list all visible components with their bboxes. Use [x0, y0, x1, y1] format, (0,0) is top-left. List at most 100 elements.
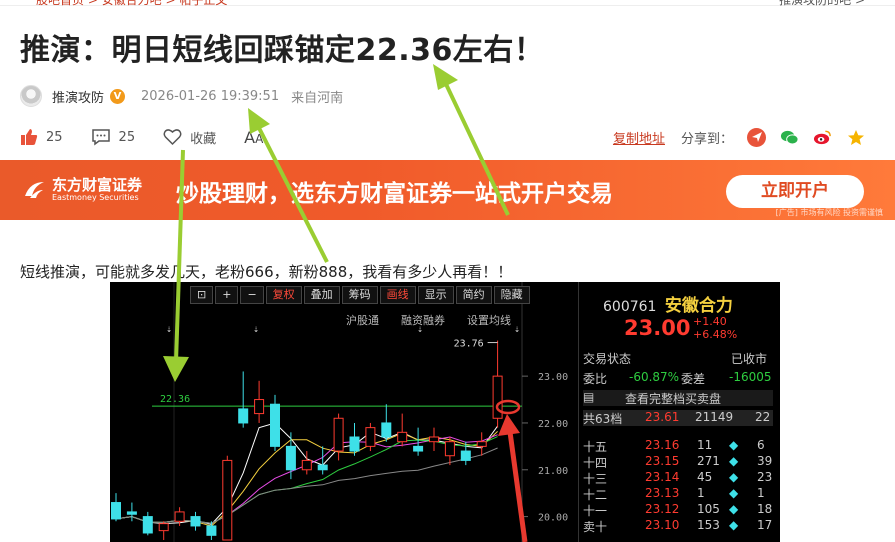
verified-badge-icon: V — [110, 88, 126, 104]
open-account-button[interactable]: 立即开户 — [726, 175, 864, 208]
y-tick-label: 21.00 — [538, 466, 568, 477]
ask-vol: 105 — [697, 502, 720, 516]
ask-flag-icon: ◆ — [729, 454, 739, 468]
chart-tool-overlay[interactable]: 叠加 — [303, 286, 340, 304]
candle-body — [270, 403, 280, 447]
ask-level: 十二 — [583, 488, 608, 502]
chart-ma-settings[interactable]: 设置均线 — [467, 312, 511, 328]
candle-body — [333, 417, 344, 452]
ask-level: 十四 — [583, 456, 608, 470]
like-button[interactable]: 25 — [20, 128, 63, 146]
candle-body — [413, 445, 424, 452]
share-guba-icon[interactable] — [747, 127, 766, 147]
candle-body — [444, 441, 455, 457]
breadcrumb[interactable]: 股吧首页 > 安徽合力吧 > 帖子正文 — [36, 0, 227, 8]
top-vol: 21149 — [695, 410, 734, 424]
share-bar: 复制地址 分享到： — [613, 125, 865, 149]
ask-vol: 11 — [697, 438, 713, 452]
post-location: 来自河南 — [291, 90, 344, 106]
share-weibo-icon[interactable] — [813, 127, 832, 147]
stock-chart-image: 23.00 22.00 21.00 20.00 22.36 23.76 ⇣ ⇣ ⇣ ⇣ ⊡ + −… — [110, 282, 780, 542]
logo-en: Eastmoney Securities — [52, 193, 139, 202]
candle-body — [476, 441, 487, 447]
thumbs-up-icon — [21, 129, 38, 145]
chart-hsgt[interactable]: 沪股通 — [346, 312, 379, 328]
ask-vol: 1 — [697, 486, 705, 500]
candle-body — [381, 422, 392, 438]
chart-lock-icon[interactable]: ⊡ — [190, 286, 214, 304]
chart-tool-hide[interactable]: 隐藏 — [493, 286, 530, 304]
y-tick-label: 23.00 — [538, 372, 568, 383]
chart-tool-display[interactable]: 显示 — [417, 286, 454, 304]
ask-flag-icon: ◆ — [729, 486, 739, 500]
author-name[interactable]: 推演攻防 — [52, 87, 104, 106]
moving-average-line — [115, 434, 498, 524]
weibi-value: -60.87% — [629, 370, 680, 384]
weicha-label: 委差 — [681, 372, 706, 386]
share-wechat-icon[interactable] — [780, 127, 799, 147]
chart-tool-draw[interactable]: 画线 — [379, 286, 416, 304]
ask-flag-icon: ◆ — [729, 502, 739, 516]
chart-zoom-in-button[interactable]: + — [215, 286, 239, 304]
quote-panel: 600761 安徽合力 23.00 +1.40 +6.48% 交易状态 已收市 … — [578, 282, 780, 542]
candle-body — [111, 502, 121, 520]
ask-price: 23.10 — [645, 518, 680, 532]
font-size-button[interactable]: A A — [244, 128, 263, 147]
candle-body — [429, 436, 439, 443]
post-time: 2026-01-26 19:39:51 — [141, 88, 280, 104]
event-marker-icon: ⇣ — [166, 324, 172, 335]
ask-level-row: 十四 23.15 271 ◆ 39 — [583, 454, 773, 470]
ask-price: 23.15 — [645, 454, 680, 468]
ask-vol: 45 — [697, 470, 713, 484]
candle-body — [397, 431, 408, 443]
chart-toolbar: ⊡ + − 复权 叠加 筹码 画线 显示 简约 隐藏 — [190, 286, 532, 304]
candle-body — [285, 445, 296, 471]
moving-average-line — [115, 431, 498, 527]
comment-icon — [91, 129, 110, 146]
full-book-row[interactable]: ▤ 查看完整档买卖盘 — [583, 390, 773, 406]
trade-status-value: 已收市 — [731, 352, 768, 366]
event-marker-icon: ⇣ — [253, 324, 259, 335]
anchor-label: 22.36 — [160, 394, 190, 405]
chart-tool-simple[interactable]: 简约 — [455, 286, 492, 304]
ask-level-row: 十一 23.12 105 ◆ 18 — [583, 502, 773, 518]
ad-disclaimer: [广告] 市场有风险 投资需谨慎 — [775, 208, 883, 217]
weibi-label: 委比 — [583, 372, 608, 386]
stock-price: 23.00 — [624, 316, 691, 340]
ask-count: 23 — [757, 470, 773, 484]
ask-vol: 153 — [697, 518, 720, 532]
ask-count: 1 — [757, 486, 765, 500]
candle-body — [254, 399, 265, 415]
peak-label: 23.76 — [454, 339, 484, 350]
candle-body — [317, 464, 328, 471]
candle-body — [301, 459, 312, 471]
chart-margin[interactable]: 融资融券 — [401, 312, 445, 328]
candle-body — [158, 523, 169, 532]
trade-status-label: 交易状态 — [583, 352, 632, 366]
moving-average-line — [115, 436, 498, 524]
stock-header: 600761 安徽合力 — [603, 291, 733, 316]
candle-body — [460, 450, 471, 461]
favorite-button[interactable]: 收藏 — [163, 128, 216, 147]
ask-level-row: 十二 23.13 1 ◆ 1 — [583, 486, 773, 502]
ask-count: 18 — [757, 502, 773, 516]
copy-link-button[interactable]: 复制地址 — [613, 128, 665, 147]
author-bar-link[interactable]: 推演攻防的吧 > — [779, 0, 865, 8]
candle-body — [492, 375, 503, 419]
share-favorites-icon[interactable] — [846, 127, 865, 147]
top-level-row: 共63档 23.61 21149 22 — [583, 410, 773, 426]
logo-cn: 东方财富证券 — [52, 176, 143, 194]
candle-body — [126, 511, 137, 515]
avatar[interactable] — [20, 85, 42, 107]
chart-zoom-out-button[interactable]: − — [240, 286, 264, 304]
chart-tool-fuquan[interactable]: 复权 — [265, 286, 302, 304]
post-meta: 推演攻防 V 2026-01-26 19:39:51 来自河南 — [20, 84, 343, 108]
comment-button[interactable]: 25 — [91, 128, 135, 146]
total-levels: 共63档 — [583, 412, 623, 426]
ask-price: 23.14 — [645, 470, 680, 484]
chart-tool-chips[interactable]: 筹码 — [341, 286, 378, 304]
ask-flag-icon: ◆ — [729, 470, 739, 484]
ad-banner[interactable]: 东方财富证券 Eastmoney Securities 炒股理财，选东方财富证券… — [0, 160, 895, 220]
ask-vol: 271 — [697, 454, 720, 468]
like-count: 25 — [46, 129, 63, 145]
